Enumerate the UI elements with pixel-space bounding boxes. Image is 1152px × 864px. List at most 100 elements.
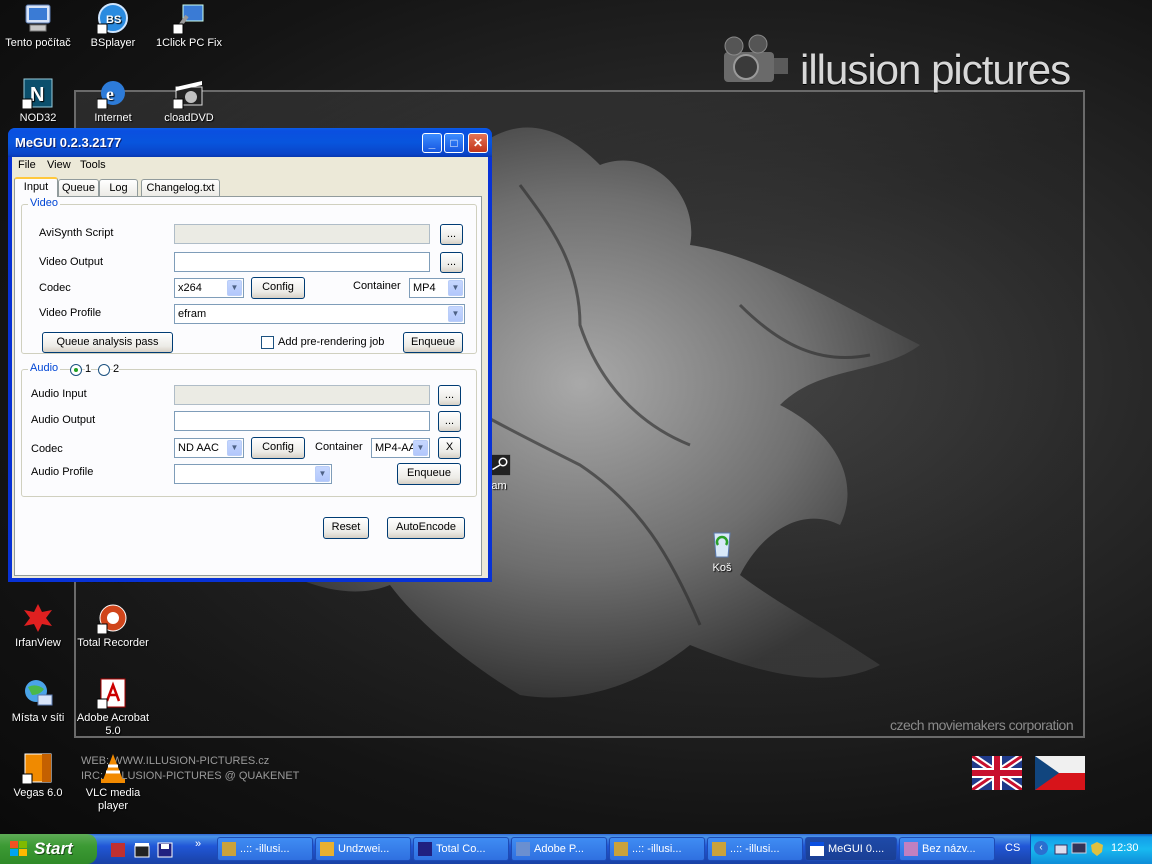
menu-tools[interactable]: Tools — [80, 159, 106, 171]
audio-profile-select[interactable]: ▼ — [174, 464, 332, 484]
desktop-icon-label: NOD32 — [19, 112, 57, 124]
chevron-down-icon[interactable]: ▼ — [227, 280, 242, 296]
audio-config-button[interactable]: Config — [251, 437, 305, 459]
video-output-browse-button[interactable]: ... — [440, 252, 463, 273]
add-prerendering-checkbox[interactable] — [261, 336, 274, 349]
tray-expand-icon[interactable]: ‹ — [1034, 841, 1048, 855]
tray-security-icon[interactable] — [1089, 841, 1105, 857]
chevron-down-icon[interactable]: ▼ — [448, 280, 463, 296]
audio-track-2-radio[interactable] — [98, 364, 110, 376]
desktop-icon-internet[interactable]: e Internet — [75, 77, 151, 125]
video-codec-value: x264 — [178, 282, 202, 294]
desktop-icon-1click-pc-fix[interactable]: 1Click PC Fix — [151, 2, 227, 50]
acrobat-icon — [97, 678, 126, 709]
autoencode-button[interactable]: AutoEncode — [387, 517, 465, 539]
video-output-field[interactable] — [174, 252, 430, 272]
recycle-bin-icon — [713, 532, 731, 558]
audio-enqueue-button[interactable]: Enqueue — [397, 463, 461, 485]
avisynth-script-field[interactable] — [174, 224, 430, 244]
task-button[interactable]: Adobe P... — [511, 837, 607, 861]
start-label: Start — [34, 839, 73, 858]
minimize-button[interactable]: _ — [422, 133, 442, 153]
task-button-active[interactable]: MeGUI 0.... — [805, 837, 897, 861]
browser-icon — [712, 842, 726, 856]
video-codec-select[interactable]: x264 ▼ — [174, 278, 244, 298]
window-titlebar[interactable]: MeGUI 0.2.3.2177 _ □ ✕ — [8, 128, 492, 157]
folder-icon — [320, 842, 334, 856]
window-icon — [810, 842, 824, 856]
task-button[interactable]: ..:: -illusi... — [609, 837, 705, 861]
input-tab-panel: Video AviSynth Script ... Video Output .… — [14, 196, 482, 576]
task-button[interactable]: Bez názv... — [899, 837, 995, 861]
video-group: Video AviSynth Script ... Video Output .… — [21, 197, 477, 354]
video-config-button[interactable]: Config — [251, 277, 305, 299]
audio-input-browse-button[interactable]: ... — [438, 385, 461, 406]
maximize-icon: □ — [450, 136, 458, 150]
minimize-icon: _ — [428, 136, 436, 150]
language-indicator[interactable]: CS — [1005, 842, 1020, 854]
desktop-icon-adobe-acrobat[interactable]: Adobe Acrobat 5.0 — [75, 677, 151, 738]
chevron-down-icon[interactable]: ▼ — [413, 440, 428, 456]
desktop-icon-label: IrfanView — [15, 637, 61, 649]
desktop-icon-irfanview[interactable]: IrfanView — [0, 602, 76, 650]
desktop-icon-vlc[interactable]: VLC media player — [75, 752, 151, 813]
desktop-icon-total-recorder[interactable]: Total Recorder — [75, 602, 151, 650]
nod32-icon: N — [22, 78, 53, 109]
audio-clear-button[interactable]: X — [438, 437, 461, 459]
task-button[interactable]: ..:: -illusi... — [217, 837, 313, 861]
tray-monitor-icon[interactable] — [1071, 841, 1087, 857]
audio-input-field[interactable] — [174, 385, 430, 405]
reset-button[interactable]: Reset — [323, 517, 369, 539]
tray-network-icon[interactable] — [1053, 841, 1069, 857]
video-container-label: Container — [353, 280, 401, 292]
quicklaunch-overflow-icon[interactable]: » — [195, 838, 201, 850]
window-client-area: File View Tools Input Queue Log Changelo… — [12, 157, 488, 578]
audio-container-select[interactable]: MP4-AAC ▼ — [371, 438, 430, 458]
chevron-down-icon[interactable]: ▼ — [448, 306, 463, 322]
audio-output-field[interactable] — [174, 411, 430, 431]
tab-queue[interactable]: Queue — [58, 179, 99, 196]
task-button[interactable]: Total Co... — [413, 837, 509, 861]
desktop-icon-cloaddvd[interactable]: cloadDVD — [151, 77, 227, 125]
audio-codec-select[interactable]: ND AAC ▼ — [174, 438, 244, 458]
chevron-down-icon[interactable]: ▼ — [315, 466, 330, 482]
quicklaunch-clapper-icon[interactable] — [134, 842, 150, 858]
adobe-icon — [516, 842, 530, 856]
avisynth-browse-button[interactable]: ... — [440, 224, 463, 245]
quicklaunch-floppy-icon[interactable] — [157, 842, 173, 858]
desktop-icon-mista-v-siti[interactable]: Místa v síti — [0, 677, 76, 725]
wallpaper-tagline: czech moviemakers corporation — [890, 717, 1074, 733]
tab-input[interactable]: Input — [14, 177, 58, 197]
start-button[interactable]: Start — [0, 834, 97, 864]
uk-flag-icon[interactable] — [972, 756, 1022, 790]
maximize-button[interactable]: □ — [444, 133, 464, 153]
video-container-select[interactable]: MP4 ▼ — [409, 278, 465, 298]
tray-clock[interactable]: 12:30 — [1111, 842, 1139, 854]
desktop-icon-nod32[interactable]: N NOD32 — [0, 77, 76, 125]
desktop-icon-kos[interactable]: Koš — [684, 527, 760, 575]
desktop-icon-bsplayer[interactable]: BS BSplayer — [75, 2, 151, 50]
menu-view[interactable]: View — [47, 159, 71, 171]
chevron-down-icon[interactable]: ▼ — [227, 440, 242, 456]
vegas-icon — [22, 753, 52, 784]
audio-codec-value: ND AAC — [178, 442, 219, 454]
menu-file[interactable]: File — [18, 159, 36, 171]
czech-flag-icon[interactable] — [1035, 756, 1085, 790]
close-button[interactable]: ✕ — [468, 133, 488, 153]
irfanview-icon — [24, 604, 52, 632]
desktop-icon-vegas[interactable]: Vegas 6.0 — [0, 752, 76, 800]
add-prerendering-label: Add pre-rendering job — [278, 336, 385, 348]
tab-changelog[interactable]: Changelog.txt — [141, 179, 220, 196]
video-enqueue-button[interactable]: Enqueue — [403, 332, 463, 353]
video-profile-select[interactable]: efram ▼ — [174, 304, 465, 324]
queue-analysis-pass-button[interactable]: Queue analysis pass — [42, 332, 173, 353]
audio-track-1-radio[interactable] — [70, 364, 82, 376]
tab-log[interactable]: Log — [99, 179, 138, 196]
quicklaunch-app-icon[interactable] — [110, 842, 126, 858]
megui-window: MeGUI 0.2.3.2177 _ □ ✕ File View Tools I… — [8, 128, 492, 582]
audio-output-browse-button[interactable]: ... — [438, 411, 461, 432]
desktop-icon-tento-pocitac[interactable]: Tento počítač — [0, 2, 76, 50]
task-button[interactable]: ..:: -illusi... — [707, 837, 803, 861]
desktop-icon-label: Internet — [94, 112, 132, 124]
task-button[interactable]: Undzwei... — [315, 837, 411, 861]
